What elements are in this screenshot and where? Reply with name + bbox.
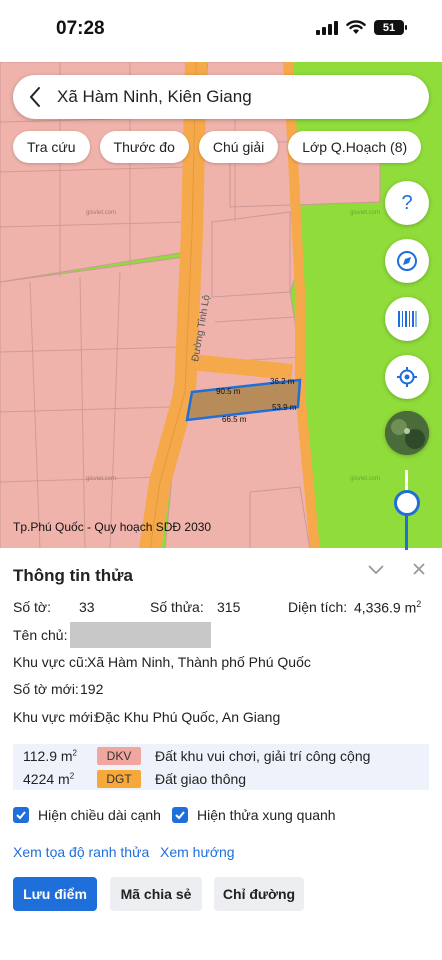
- chip-lookup[interactable]: Tra cứu: [13, 131, 90, 163]
- map-watermark: gisviet.com: [86, 210, 116, 216]
- help-button[interactable]: ?: [385, 181, 429, 225]
- compass-button[interactable]: [385, 239, 429, 283]
- compass-icon: [397, 251, 417, 271]
- edge-length-label: 36.2 m: [270, 377, 295, 386]
- surrounding-parcels-checkbox[interactable]: [172, 807, 188, 823]
- new-sheet-value: 192: [80, 681, 104, 697]
- locate-icon: [397, 367, 417, 387]
- battery-level: 51: [382, 21, 396, 34]
- locate-button[interactable]: [385, 355, 429, 399]
- new-area-label: Khu vực mới:: [13, 709, 97, 725]
- sheet-number-label: Số tờ:: [13, 599, 51, 615]
- search-location-text: Xã Hàm Ninh, Kiên Giang: [57, 87, 252, 106]
- help-icon: ?: [401, 192, 412, 214]
- land-use-description: Đất khu vui chơi, giải trí công cộng: [155, 747, 371, 764]
- area-label: Diện tích:: [288, 599, 348, 615]
- land-use-description: Đất giao thông: [155, 770, 247, 787]
- map-watermark: gisviet.com: [350, 476, 380, 482]
- battery-icon: 51: [374, 20, 407, 35]
- chip-ruler[interactable]: Thước đo: [99, 131, 189, 163]
- directions-button[interactable]: Chỉ đường: [214, 877, 304, 911]
- land-use-code: DKV: [97, 746, 141, 765]
- chip-planning-layers[interactable]: Lớp Q.Hoạch (8): [288, 131, 422, 163]
- close-button[interactable]: [412, 562, 426, 581]
- parcel-number-label: Số thửa:: [150, 599, 204, 615]
- edge-length-label: 66.5 m: [222, 415, 247, 424]
- barcode-icon: [398, 311, 417, 327]
- checkmark-icon: [16, 811, 26, 820]
- old-area-label: Khu vực cũ:: [13, 654, 88, 670]
- parcel-info-panel: Thông tin thửa Số tờ: 33 Số thửa: 315 Di…: [0, 548, 442, 960]
- view-direction-link[interactable]: Xem hướng: [160, 844, 235, 860]
- opacity-slider-thumb[interactable]: [394, 490, 420, 516]
- new-area-value: Đặc Khu Phú Quốc, An Giang: [95, 709, 281, 725]
- owner-name-redacted: [70, 622, 211, 648]
- status-icons: 51: [316, 20, 407, 35]
- edge-length-label: 90.5 m: [216, 387, 241, 396]
- land-use-row: 4224 m2 DGT Đất giao thông: [13, 767, 429, 790]
- land-use-table: 112.9 m2 DKV Đất khu vui chơi, giải trí …: [13, 744, 429, 790]
- sheet-number-value: 33: [79, 599, 95, 615]
- area-value: 4,336.9 m2: [354, 599, 421, 616]
- parcel-number-value: 315: [217, 599, 241, 615]
- chip-legend[interactable]: Chú giải: [198, 131, 279, 163]
- land-use-area: 4224 m2: [23, 770, 75, 787]
- area-unit-superscript: 2: [416, 599, 422, 609]
- owner-label: Tên chủ:: [13, 627, 68, 643]
- land-use-row: 112.9 m2 DKV Đất khu vui chơi, giải trí …: [13, 744, 429, 767]
- status-time: 07:28: [56, 18, 105, 39]
- toolbar-chips: Tra cứu Thước đo Chú giải Lớp Q.Hoạch (8…: [13, 131, 422, 163]
- satellite-layer-icon: [385, 411, 429, 455]
- map-caption: Tp.Phú Quốc - Quy hoạch SDĐ 2030: [13, 520, 212, 534]
- checkmark-icon: [175, 811, 185, 820]
- old-area-value: Xã Hàm Ninh, Thành phố Phú Quốc: [87, 654, 311, 670]
- land-use-code: DGT: [97, 769, 141, 788]
- new-sheet-label: Số tờ mới:: [13, 681, 79, 697]
- edge-length-checkbox[interactable]: [13, 807, 29, 823]
- land-use-area: 112.9 m2: [23, 747, 77, 764]
- save-point-button[interactable]: Lưu điểm: [13, 877, 97, 911]
- collapse-button[interactable]: [367, 562, 385, 581]
- chevron-down-icon: [368, 565, 384, 575]
- barcode-button[interactable]: [385, 297, 429, 341]
- status-bar: 07:28 51: [0, 0, 442, 62]
- cellular-signal-icon: [316, 20, 338, 35]
- svg-text:?: ?: [401, 192, 412, 214]
- back-button[interactable]: [13, 75, 57, 119]
- area-number: 4,336.9 m: [354, 599, 417, 616]
- satellite-layer-button[interactable]: [385, 411, 429, 455]
- surrounding-parcels-checkbox-label[interactable]: Hiện thửa xung quanh: [197, 807, 336, 823]
- panel-title: Thông tin thửa: [13, 566, 133, 585]
- view-boundary-coords-link[interactable]: Xem tọa độ ranh thửa: [13, 844, 149, 860]
- chevron-left-icon: [29, 87, 40, 107]
- edge-length-checkbox-label[interactable]: Hiện chiều dài cạnh: [38, 807, 161, 823]
- wifi-icon: [346, 20, 366, 34]
- map-watermark: gisviet.com: [350, 210, 380, 216]
- search-bar[interactable]: Xã Hàm Ninh, Kiên Giang: [13, 75, 429, 119]
- close-icon: [413, 563, 425, 575]
- edge-length-label: 53.9 m: [272, 403, 297, 412]
- share-code-button[interactable]: Mã chia sẻ: [110, 877, 202, 911]
- map-watermark: gisviet.com: [86, 476, 116, 482]
